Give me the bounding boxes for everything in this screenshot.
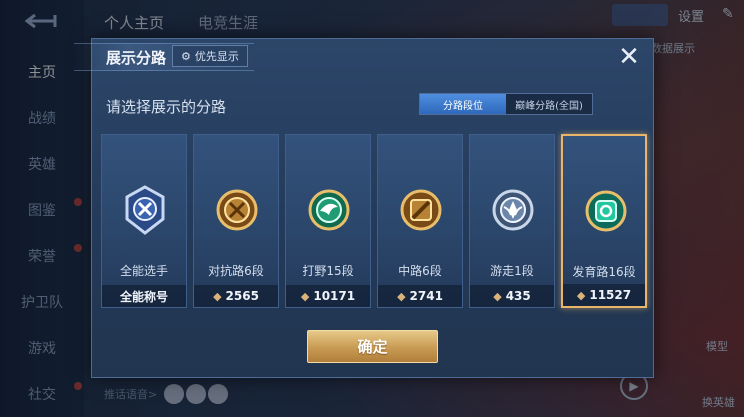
lane-card-farm[interactable]: 发育路16段 ◆ 11527	[561, 134, 647, 308]
peak-points-icon: ◆	[493, 289, 502, 303]
gear-icon: ⚙	[181, 49, 191, 63]
peak-points-icon: ◆	[300, 289, 310, 303]
card-footer-value: 10171	[313, 289, 356, 303]
card-footer-value: 2741	[409, 289, 443, 303]
clash-lane-badge-icon	[216, 189, 258, 231]
roam-badge-icon	[492, 189, 534, 231]
mode-toggle: 分路段位 巅峰分路(全国)	[419, 93, 593, 115]
jungle-badge-icon	[308, 189, 350, 231]
card-title: 游走1段	[490, 264, 534, 278]
close-icon[interactable]: ✕	[615, 42, 643, 72]
card-title: 打野15段	[302, 264, 354, 278]
card-footer-value: 全能称号	[119, 289, 168, 304]
card-footer-value: 11527	[589, 288, 632, 302]
card-footer-value: 435	[505, 289, 531, 303]
card-title: 对抗路6段	[208, 264, 264, 278]
toggle-lane-rank[interactable]: 分路段位	[420, 94, 506, 114]
confirm-button[interactable]: 确定	[307, 330, 438, 363]
card-footer: ◆ 435	[470, 285, 554, 307]
priority-display-button[interactable]: ⚙ 优先显示	[172, 45, 248, 67]
lane-card-mid[interactable]: 中路6段 ◆ 2741	[377, 134, 463, 308]
priority-label: 优先显示	[194, 50, 239, 63]
mid-lane-badge-icon	[400, 189, 442, 231]
card-footer: ◆ 2565	[194, 285, 278, 307]
card-footer-value: 2565	[225, 289, 259, 303]
lane-display-dialog: 展示分路 ⚙ 优先显示 ✕ 请选择展示的分路 分路段位 巅峰分路(全国) 全能选…	[74, 38, 654, 378]
card-title: 全能选手	[119, 264, 168, 278]
farm-lane-badge-icon	[585, 190, 627, 232]
peak-points-icon: ◆	[213, 289, 222, 303]
card-footer: ◆ 2741	[378, 285, 462, 307]
lane-card-all-round[interactable]: 全能选手 全能称号	[101, 134, 187, 308]
toggle-peak-lane[interactable]: 巅峰分路(全国)	[506, 94, 592, 114]
all-round-badge-icon	[125, 185, 165, 235]
card-footer: 全能称号	[102, 285, 186, 307]
lane-card-roam[interactable]: 游走1段 ◆ 435	[469, 134, 555, 308]
lane-card-clash[interactable]: 对抗路6段 ◆ 2565	[193, 134, 279, 308]
peak-points-icon: ◆	[397, 289, 406, 303]
card-title: 中路6段	[398, 264, 442, 278]
dialog-title: 展示分路	[106, 49, 167, 67]
lane-card-jungle[interactable]: 打野15段 ◆ 10171	[285, 134, 371, 308]
card-footer: ◆ 10171	[286, 285, 370, 307]
card-footer: ◆ 11527	[563, 284, 645, 306]
dialog-subtitle: 请选择展示的分路	[106, 98, 227, 116]
card-title: 发育路16段	[572, 265, 636, 279]
peak-points-icon: ◆	[576, 288, 586, 302]
